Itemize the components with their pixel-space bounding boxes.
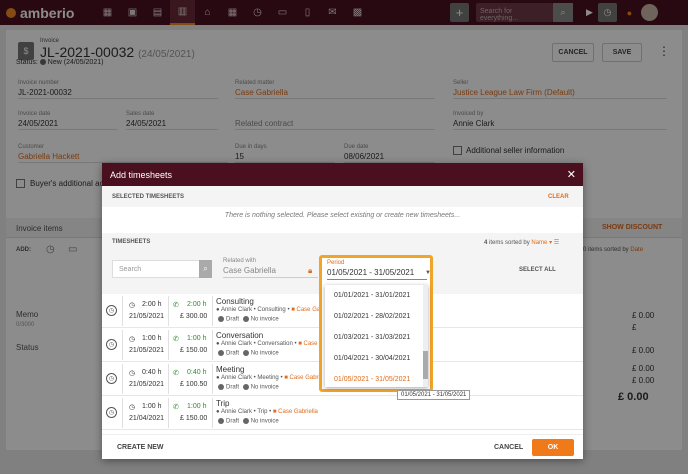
- related-with-field[interactable]: Case Gabriella: [223, 266, 318, 278]
- row-meta: ● Annie Clark • Trip • ■ Case Gabriella: [216, 409, 318, 415]
- period-tooltip: 01/05/2021 - 31/05/2021: [397, 390, 471, 400]
- row-title: Trip: [216, 399, 230, 408]
- draft-dot-icon: [218, 350, 224, 356]
- clock-icon: ◷: [129, 370, 136, 377]
- row-status: Draft No invoice: [216, 316, 279, 323]
- dialog-header: Add timesheets ✕: [102, 163, 583, 186]
- row-hours: 1:00 h: [142, 335, 162, 342]
- row-date: 21/05/2021: [129, 381, 165, 388]
- period-dropdown-list: 01/01/2021 - 31/01/2021 01/02/2021 - 28/…: [325, 285, 428, 387]
- row-amount: £ 300.00: [180, 313, 208, 320]
- row-status: Draft No invoice: [216, 418, 279, 425]
- timesheet-search-input[interactable]: Search: [112, 260, 200, 278]
- row-date: 21/05/2021: [129, 347, 165, 354]
- clock-icon: ◷: [129, 336, 136, 343]
- billable-icon: ✆: [173, 302, 179, 309]
- sort-direction-icon[interactable]: ▾ ☰: [549, 240, 559, 246]
- invoice-dot-icon: [242, 350, 249, 356]
- row-hours: 2:00 h: [142, 301, 162, 308]
- row-title: Conversation: [216, 331, 264, 340]
- period-option-selected[interactable]: 01/05/2021 - 31/05/2021: [334, 376, 410, 383]
- timesheet-clock-icon: ◷: [106, 305, 117, 316]
- row-billed: 2:00 h: [187, 301, 207, 308]
- table-row[interactable]: ◷ ◷ 1:00 h 21/04/2021 ✆ 1:00 h £ 150.00 …: [102, 396, 583, 430]
- draft-dot-icon: [218, 418, 224, 424]
- clock-icon: ◷: [129, 404, 136, 411]
- search-icon[interactable]: ⌕: [199, 260, 212, 278]
- row-title: Meeting: [216, 365, 245, 374]
- dialog-title: Add timesheets: [110, 170, 173, 180]
- row-billed: 0:40 h: [187, 369, 207, 376]
- selected-timesheets-title: SELECTED TIMESHEETS: [112, 194, 185, 200]
- matter-icon: ■: [298, 341, 302, 347]
- timesheet-clock-icon: ◷: [106, 373, 117, 384]
- row-status: Draft No invoice: [216, 350, 279, 357]
- row-hours: 0:40 h: [142, 369, 162, 376]
- dialog-cancel-button[interactable]: CANCEL: [494, 444, 523, 451]
- selected-timesheets-header: SELECTED TIMESHEETS CLEAR: [102, 186, 583, 207]
- clock-icon: ◷: [129, 302, 136, 309]
- draft-dot-icon: [218, 316, 224, 322]
- row-amount: £ 100.50: [180, 381, 208, 388]
- lock-icon: 🔒︎: [308, 266, 313, 275]
- row-billed: 1:00 h: [187, 335, 207, 342]
- close-icon[interactable]: ✕: [567, 168, 576, 181]
- items-sorted-info: 4 items sorted by Name ▾ ☰: [484, 240, 560, 246]
- ok-button[interactable]: OK: [532, 439, 574, 456]
- matter-icon: ■: [284, 375, 288, 381]
- period-option[interactable]: 01/03/2021 - 31/03/2021: [334, 334, 410, 341]
- timesheets-title: TIMESHEETS: [112, 239, 151, 245]
- row-date: 21/05/2021: [129, 313, 165, 320]
- draft-dot-icon: [218, 384, 224, 390]
- row-amount: £ 150.00: [180, 347, 208, 354]
- billable-icon: ✆: [173, 404, 179, 411]
- period-option[interactable]: 01/01/2021 - 31/01/2021: [334, 292, 410, 299]
- period-value[interactable]: 01/05/2021 - 31/05/2021: [327, 268, 427, 280]
- period-option[interactable]: 01/02/2021 - 28/02/2021: [334, 313, 410, 320]
- row-title: Consulting: [216, 297, 254, 306]
- row-meta: ● Annie Clark • Consulting • ■ Case Gabr…: [216, 307, 333, 313]
- related-with-label: Related with: [223, 258, 257, 264]
- scrollbar-thumb[interactable]: [423, 351, 428, 379]
- add-timesheets-dialog: Add timesheets ✕ SELECTED TIMESHEETS CLE…: [102, 163, 583, 459]
- select-all-button[interactable]: SELECT ALL: [519, 267, 556, 273]
- row-billed: 1:00 h: [187, 403, 207, 410]
- row-amount: £ 150.00: [180, 415, 208, 422]
- empty-selection-message: There is nothing selected. Please select…: [224, 212, 461, 219]
- invoice-dot-icon: [242, 418, 249, 424]
- matter-icon: ■: [291, 307, 295, 313]
- invoice-dot-icon: [242, 316, 249, 322]
- matter-icon: ■: [272, 409, 277, 415]
- period-option[interactable]: 01/04/2021 - 30/04/2021: [334, 355, 410, 362]
- chevron-down-icon[interactable]: ▼: [425, 270, 431, 276]
- timesheet-clock-icon: ◷: [106, 407, 117, 418]
- invoice-dot-icon: [242, 384, 249, 390]
- row-status: Draft No invoice: [216, 384, 279, 391]
- clear-button[interactable]: CLEAR: [548, 194, 569, 200]
- row-meta: ● Annie Clark • Conversation • ■ Case Ga: [216, 341, 328, 347]
- row-hours: 1:00 h: [142, 403, 162, 410]
- row-meta: ● Annie Clark • Meeting • ■ Case Gabriel…: [216, 375, 330, 381]
- billable-icon: ✆: [173, 336, 179, 343]
- dropdown-scrollbar[interactable]: [423, 285, 428, 387]
- timesheet-clock-icon: ◷: [106, 339, 117, 350]
- period-select[interactable]: Period 01/05/2021 - 31/05/2021 ▼ 01/01/2…: [319, 255, 433, 392]
- create-new-button[interactable]: CREATE NEW: [117, 444, 164, 451]
- dialog-footer: CREATE NEW CANCEL OK: [102, 434, 583, 459]
- sort-field-button[interactable]: Name: [531, 240, 547, 246]
- row-date: 21/04/2021: [129, 415, 165, 422]
- period-label: Period: [327, 260, 345, 266]
- billable-icon: ✆: [173, 370, 179, 377]
